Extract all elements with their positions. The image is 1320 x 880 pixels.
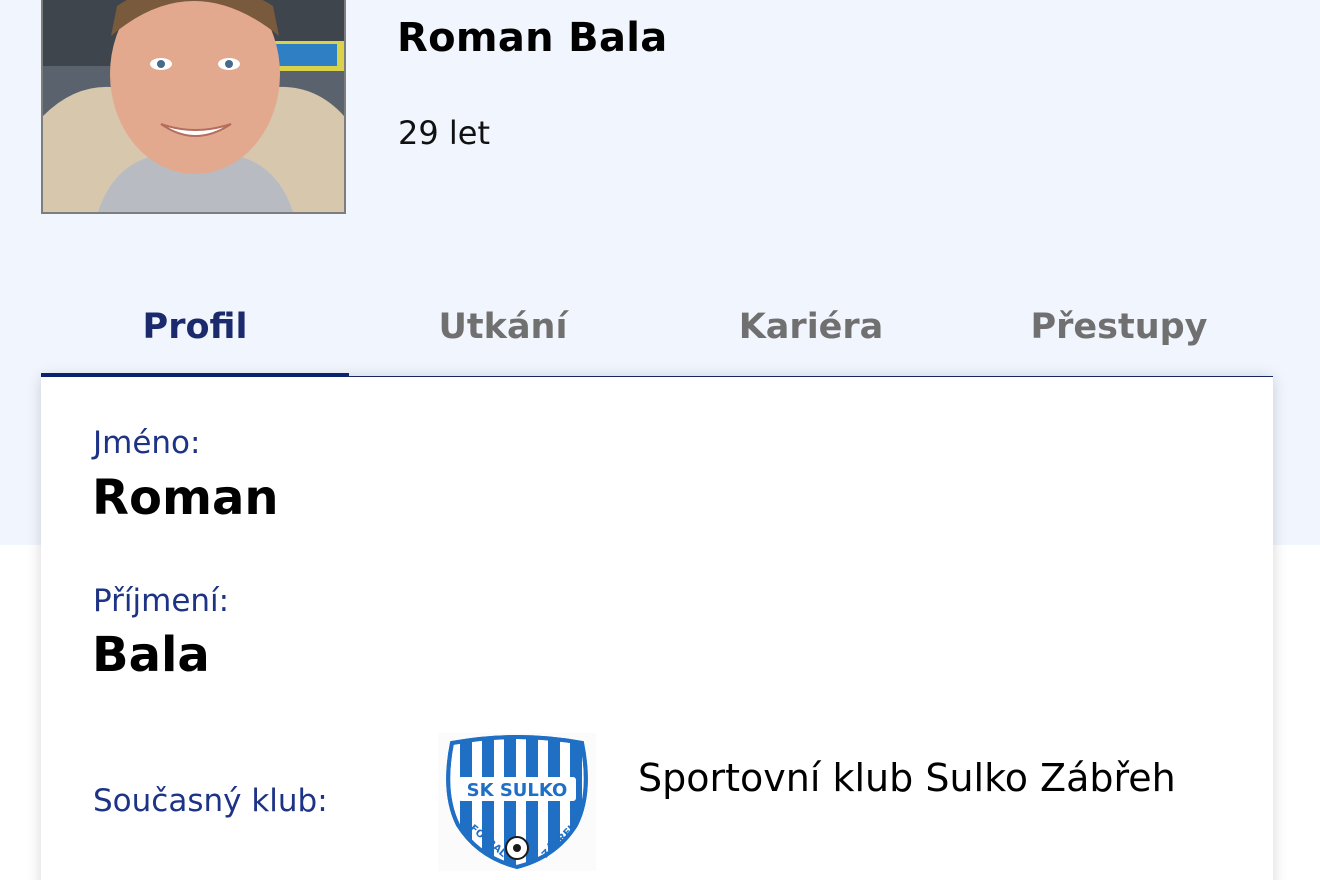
last-name-label: Příjmení:: [93, 583, 230, 619]
club-crest-icon: SK SULKO FOTBAL ZÁBŘEH: [446, 735, 588, 870]
player-age: 29 let: [398, 114, 491, 152]
player-profile-page: Roman Bala 29 let Profil Utkání Kariéra …: [0, 0, 1320, 880]
profile-tabs: Profil Utkání Kariéra Přestupy: [41, 280, 1273, 380]
first-name-value: Roman: [92, 470, 279, 526]
club-logo[interactable]: SK SULKO FOTBAL ZÁBŘEH: [438, 733, 596, 871]
tab-label: Utkání: [438, 307, 568, 347]
tab-utkani[interactable]: Utkání: [349, 280, 657, 374]
current-club-label: Současný klub:: [93, 783, 328, 819]
player-avatar: [41, 0, 346, 214]
tab-profil[interactable]: Profil: [41, 280, 349, 380]
tab-label: Kariéra: [738, 307, 884, 347]
player-name: Roman Bala: [397, 15, 668, 61]
tab-label: Přestupy: [1030, 307, 1208, 347]
last-name-value: Bala: [92, 627, 210, 683]
tab-prestupy[interactable]: Přestupy: [965, 280, 1273, 374]
tab-label: Profil: [142, 307, 248, 347]
club-logo-title: SK SULKO: [467, 780, 568, 801]
tab-kariera[interactable]: Kariéra: [657, 280, 965, 374]
first-name-label: Jméno:: [93, 425, 201, 461]
profile-card: Jméno: Roman Příjmení: Bala Současný klu…: [41, 377, 1273, 880]
player-photo-icon: [43, 0, 344, 212]
current-club-name[interactable]: Sportovní klub Sulko Zábřeh: [638, 750, 1198, 806]
